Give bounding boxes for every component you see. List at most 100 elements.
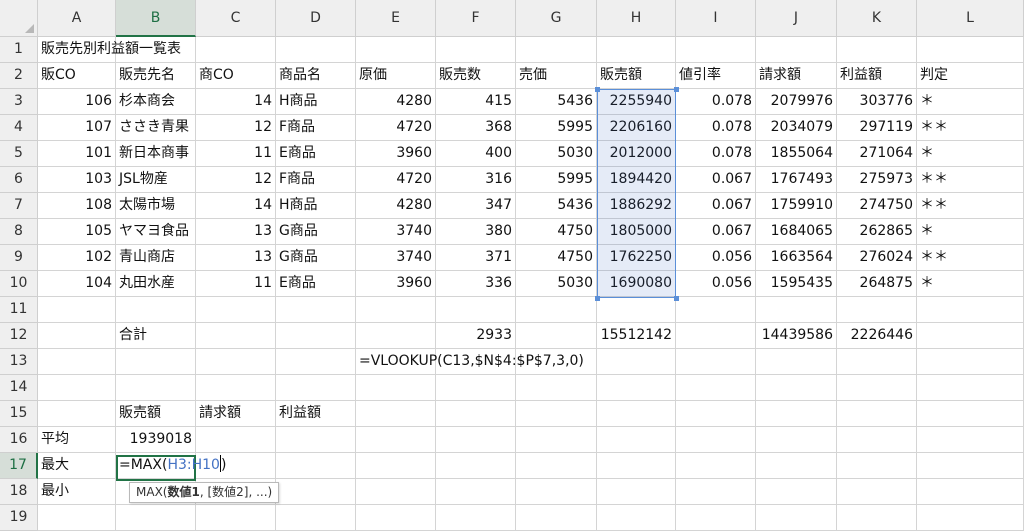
cell-H3[interactable]: 2255940 <box>597 89 676 115</box>
cell-C7[interactable]: 14 <box>196 193 276 219</box>
cell-L8[interactable]: ＊ <box>917 219 1024 245</box>
column-header-C[interactable]: C <box>196 0 276 37</box>
cell[interactable] <box>676 401 756 427</box>
cell-G7[interactable]: 5436 <box>516 193 597 219</box>
row-header-13[interactable]: 13 <box>0 349 38 375</box>
cell-C3[interactable]: 14 <box>196 89 276 115</box>
column-header-A[interactable]: A <box>38 0 116 37</box>
column-header-I[interactable]: I <box>676 0 756 37</box>
cell[interactable] <box>356 479 436 505</box>
cell-H5[interactable]: 2012000 <box>597 141 676 167</box>
cell[interactable] <box>917 375 1024 401</box>
label-min[interactable]: 最小 <box>38 479 116 505</box>
cell[interactable] <box>38 401 116 427</box>
cell[interactable] <box>38 375 116 401</box>
cell[interactable] <box>436 427 516 453</box>
range-handle[interactable] <box>674 87 679 92</box>
cell-A3[interactable]: 106 <box>38 89 116 115</box>
total-J[interactable]: 14439586 <box>756 323 837 349</box>
column-label-F[interactable]: 販売数 <box>436 63 516 89</box>
cell[interactable] <box>756 427 837 453</box>
cell-K9[interactable]: 276024 <box>837 245 917 271</box>
cell[interactable] <box>38 349 116 375</box>
column-header-J[interactable]: J <box>756 0 837 37</box>
cell[interactable] <box>356 401 436 427</box>
cell[interactable] <box>356 427 436 453</box>
formula-text-E13[interactable]: =VLOOKUP(C13,$N$4:$P$7,3,0) <box>356 349 584 375</box>
cell-H9[interactable]: 1762250 <box>597 245 676 271</box>
cell[interactable] <box>356 505 436 531</box>
cell-C5[interactable]: 11 <box>196 141 276 167</box>
label-max[interactable]: 最大 <box>38 453 116 479</box>
cell[interactable] <box>676 323 756 349</box>
cell[interactable] <box>436 37 516 63</box>
cell[interactable] <box>516 427 597 453</box>
cell-I9[interactable]: 0.056 <box>676 245 756 271</box>
cell-I3[interactable]: 0.078 <box>676 89 756 115</box>
cell[interactable] <box>676 479 756 505</box>
cell[interactable] <box>38 297 116 323</box>
cell-A4[interactable]: 107 <box>38 115 116 141</box>
cell[interactable] <box>436 453 516 479</box>
row-header-18[interactable]: 18 <box>0 479 38 505</box>
column-label-G[interactable]: 売価 <box>516 63 597 89</box>
cell[interactable] <box>837 375 917 401</box>
range-handle[interactable] <box>595 87 600 92</box>
cell-I10[interactable]: 0.056 <box>676 271 756 297</box>
row-header-16[interactable]: 16 <box>0 427 38 453</box>
cell[interactable] <box>917 505 1024 531</box>
cell[interactable] <box>196 505 276 531</box>
cell[interactable] <box>276 479 356 505</box>
cell-A8[interactable]: 105 <box>38 219 116 245</box>
cell-I7[interactable]: 0.067 <box>676 193 756 219</box>
cell-K5[interactable]: 271064 <box>837 141 917 167</box>
cell-B7[interactable]: 太陽市場 <box>116 193 196 219</box>
cell-editor-B17[interactable]: =MAX(H3:H10) <box>116 453 276 479</box>
cell[interactable] <box>597 505 676 531</box>
cell-G9[interactable]: 4750 <box>516 245 597 271</box>
cell[interactable] <box>516 479 597 505</box>
cell[interactable] <box>436 401 516 427</box>
cell[interactable] <box>756 453 837 479</box>
cell[interactable] <box>917 479 1024 505</box>
column-label-E[interactable]: 原価 <box>356 63 436 89</box>
cell-E3[interactable]: 4280 <box>356 89 436 115</box>
cell-D7[interactable]: H商品 <box>276 193 356 219</box>
cell[interactable] <box>597 297 676 323</box>
sheet-title[interactable]: 販売先別利益額一覧表 <box>38 37 181 63</box>
summary-header-B[interactable]: 販売額 <box>116 401 196 427</box>
column-header-G[interactable]: G <box>516 0 597 37</box>
cell-G3[interactable]: 5436 <box>516 89 597 115</box>
cell[interactable] <box>676 297 756 323</box>
cell[interactable] <box>837 297 917 323</box>
column-label-L[interactable]: 判定 <box>917 63 1024 89</box>
cell-I4[interactable]: 0.078 <box>676 115 756 141</box>
cell[interactable] <box>676 37 756 63</box>
column-header-D[interactable]: D <box>276 0 356 37</box>
cell-F9[interactable]: 371 <box>436 245 516 271</box>
row-header-10[interactable]: 10 <box>0 271 38 297</box>
row-header-7[interactable]: 7 <box>0 193 38 219</box>
column-header-H[interactable]: H <box>597 0 676 37</box>
cell[interactable] <box>196 427 276 453</box>
cell-L7[interactable]: ＊＊ <box>917 193 1024 219</box>
cell-E4[interactable]: 4720 <box>356 115 436 141</box>
cell-L4[interactable]: ＊＊ <box>917 115 1024 141</box>
cell[interactable] <box>837 427 917 453</box>
cell[interactable] <box>436 479 516 505</box>
cell[interactable] <box>356 375 436 401</box>
cell-B4[interactable]: ささき青果 <box>116 115 196 141</box>
cell[interactable] <box>837 479 917 505</box>
cell-F5[interactable]: 400 <box>436 141 516 167</box>
row-header-11[interactable]: 11 <box>0 297 38 323</box>
column-header-E[interactable]: E <box>356 0 436 37</box>
cell-D6[interactable]: F商品 <box>276 167 356 193</box>
cell-C8[interactable]: 13 <box>196 219 276 245</box>
cell[interactable] <box>756 37 837 63</box>
cell-K4[interactable]: 297119 <box>837 115 917 141</box>
cell-L6[interactable]: ＊＊ <box>917 167 1024 193</box>
cell-I6[interactable]: 0.067 <box>676 167 756 193</box>
cell-D3[interactable]: H商品 <box>276 89 356 115</box>
cell[interactable] <box>516 453 597 479</box>
column-label-I[interactable]: 値引率 <box>676 63 756 89</box>
